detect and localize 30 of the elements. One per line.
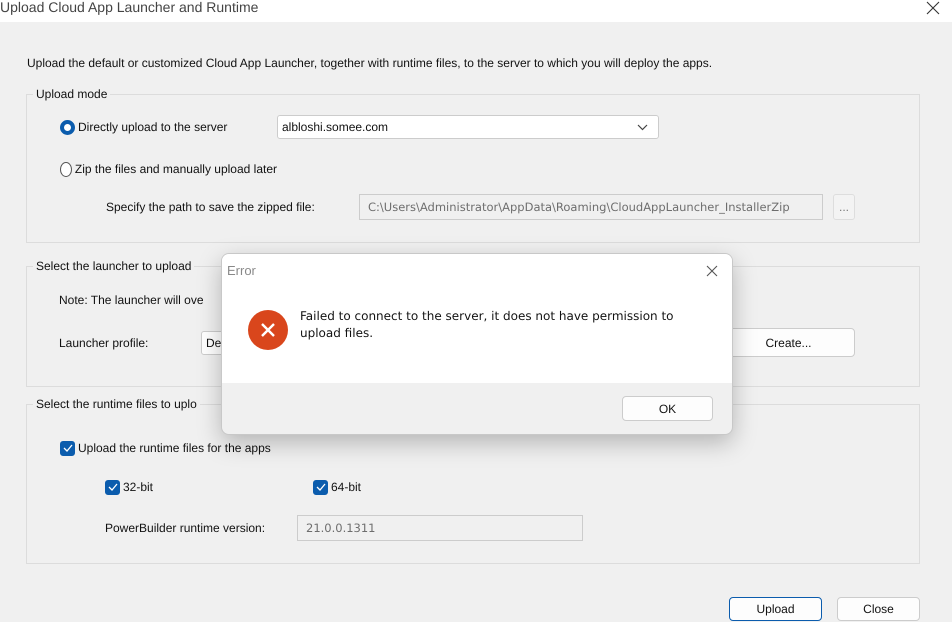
dialog-title: Error — [227, 263, 256, 278]
close-button[interactable]: Close — [837, 597, 920, 621]
chevron-icon — [637, 124, 648, 130]
checkmark-icon — [62, 444, 72, 452]
close-icon[interactable] — [706, 264, 718, 276]
upload-button[interactable]: Upload — [729, 597, 822, 621]
description-text: Upload the default or customized Cloud App Launcher, together with runtime files, to the server to which you will deploy the apps. — [27, 55, 714, 71]
checkbox-option[interactable]: 32-bit — [105, 480, 313, 494]
error-message: Failed to connect to the server, it does not have permission to upload files. — [300, 308, 675, 342]
group-label: Select the launcher to upload — [35, 259, 192, 274]
checkbox-option[interactable]: Upload the runtime files for the apps — [60, 440, 271, 456]
browse-button[interactable]: ... — [833, 194, 855, 220]
group-label: Select the runtime files to uplo — [35, 397, 198, 412]
profile-label: Launcher profile: — [59, 336, 150, 350]
version-field[interactable]: 21.0.0.1311 — [297, 515, 583, 541]
radio-option[interactable]: Directly upload to the server — [60, 120, 277, 134]
server-dropdown[interactable]: albloshi.somee.com — [277, 115, 659, 139]
checkmark-icon — [316, 483, 326, 491]
close-icon[interactable] — [926, 1, 940, 15]
path-label: Specify the path to save the zipped file: — [106, 200, 316, 214]
note-text: Note: The launcher will ove — [59, 292, 205, 308]
radio-option[interactable]: Zip the files and manually upload later — [60, 162, 277, 176]
checkmark-icon — [108, 483, 118, 491]
group-label: Upload mode — [35, 87, 108, 102]
window-title: Upload Cloud App Launcher and Runtime — [0, 0, 258, 15]
version-label: PowerBuilder runtime version: — [105, 521, 266, 535]
path-field[interactable]: C:\Users\Administrator\AppData\Roaming\CloudAppLauncher_InstallerZip — [359, 194, 823, 220]
error-icon — [248, 310, 288, 350]
checkbox-option[interactable]: 64-bit — [313, 480, 521, 494]
ok-button[interactable]: OK — [622, 396, 713, 421]
